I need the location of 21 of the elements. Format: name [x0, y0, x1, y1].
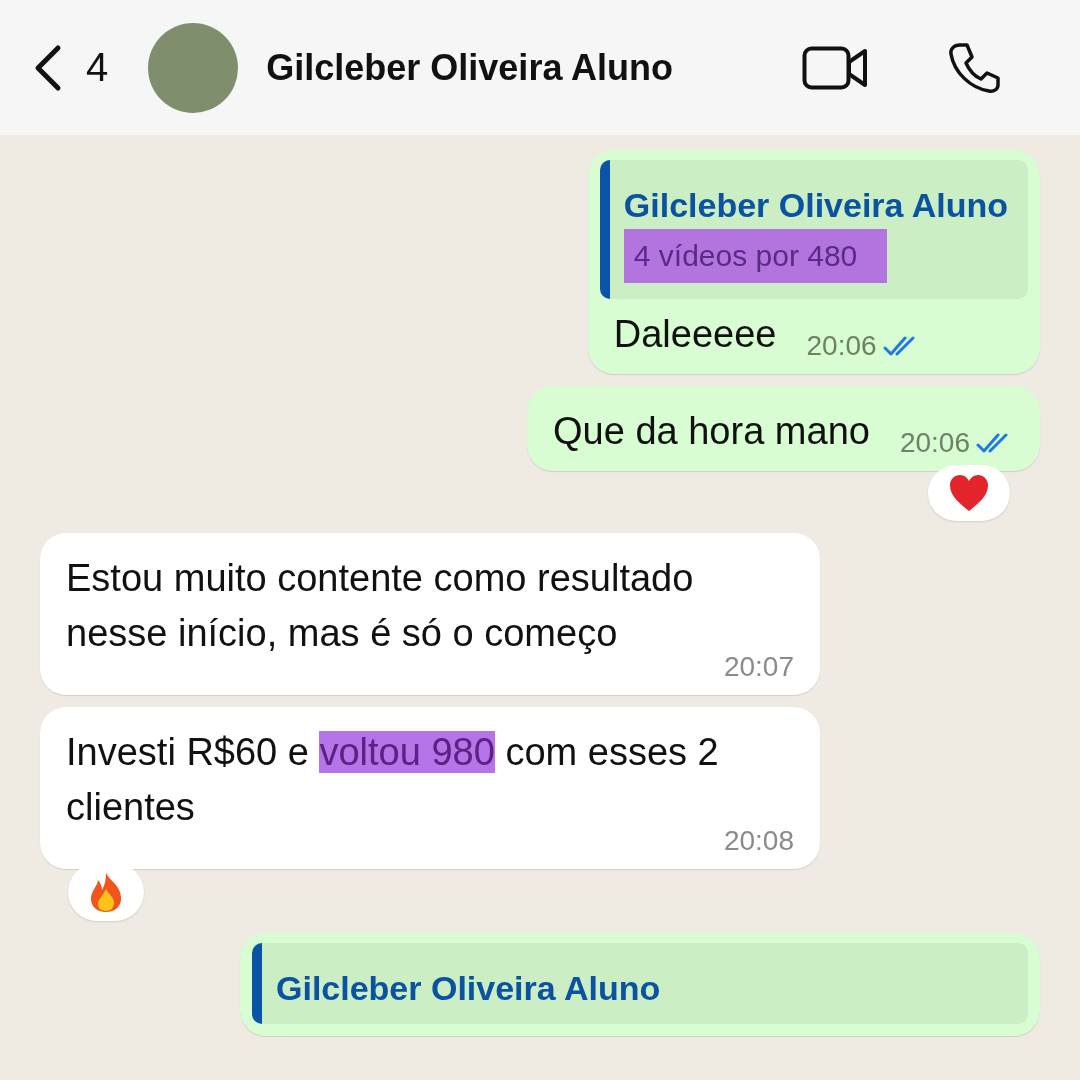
message-text: Estou muito contente como resultado nesse início, mas é só o começo [66, 556, 695, 656]
back-button[interactable]: 4 [32, 43, 109, 92]
quote-text: 4 vídeos por 480 [623, 229, 888, 283]
message-time: 20:07 [723, 651, 794, 683]
message-text: Investi R$60 e voltou 980 com esses 2 clientes [66, 730, 720, 830]
reaction-badge[interactable] [68, 863, 144, 921]
message-text: Daleeeee [613, 312, 777, 357]
quoted-message[interactable]: Gilcleber Oliveira Aluno [252, 943, 1028, 1024]
reaction-badge[interactable] [928, 465, 1010, 521]
phone-icon[interactable] [948, 41, 1000, 94]
flame-icon [88, 871, 124, 913]
message-time: 20:06 [806, 330, 877, 362]
message-time: 20:08 [723, 825, 794, 857]
message-time: 20:06 [899, 427, 970, 459]
message-text: Que da hora mano [553, 409, 870, 454]
video-call-icon[interactable] [802, 45, 868, 90]
contact-name[interactable]: Gilcleber Oliveira Aluno [266, 46, 802, 89]
quote-author: Gilcleber Oliveira Aluno [276, 969, 661, 1008]
heart-icon [948, 473, 990, 513]
quoted-message[interactable]: Gilcleber Oliveira Aluno 4 vídeos por 480 [599, 160, 1028, 299]
quote-author: Gilcleber Oliveira Aluno [623, 186, 1008, 225]
